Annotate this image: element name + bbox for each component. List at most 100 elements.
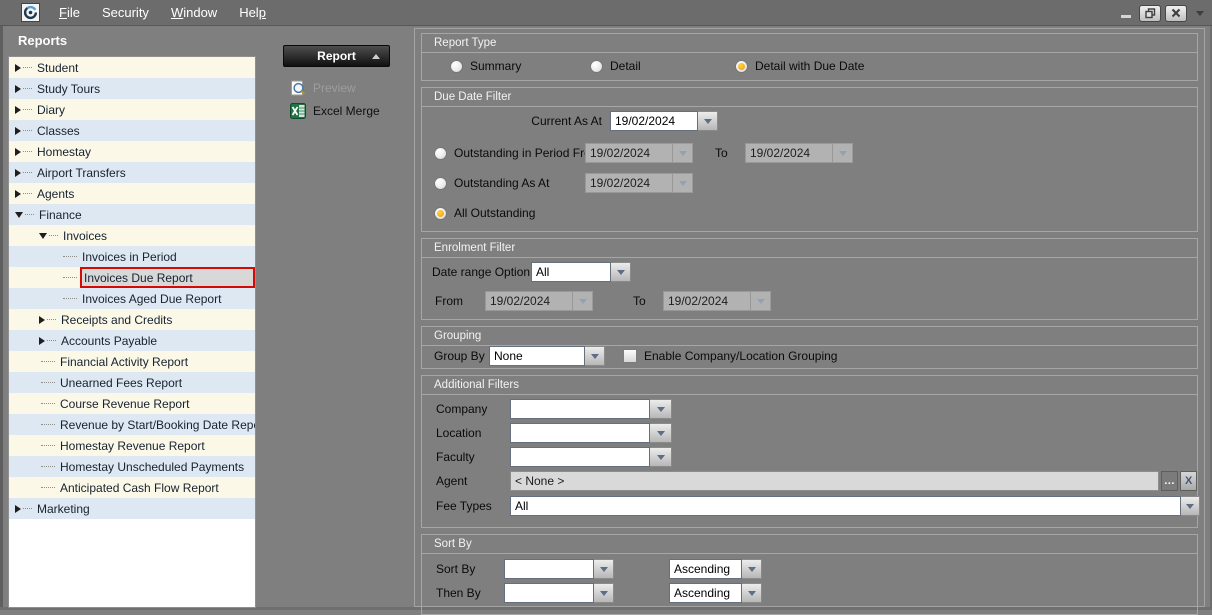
excel-merge-button[interactable]: Excel Merge	[289, 100, 409, 122]
expand-arrow-icon[interactable]	[15, 148, 21, 156]
tree-item-homestay-revenue-report[interactable]: Homestay Revenue Report	[9, 435, 255, 456]
date-value[interactable]: 19/02/2024	[485, 291, 573, 311]
dropdown-button[interactable]	[1181, 496, 1200, 516]
combo-value[interactable]: Ascending	[669, 583, 742, 603]
outstanding-period-from-date-picker[interactable]: 19/02/2024	[585, 143, 693, 163]
radio-summary[interactable]: Summary	[450, 59, 590, 73]
tree-item-course-revenue-report[interactable]: Course Revenue Report	[9, 393, 255, 414]
combo-value[interactable]	[510, 423, 650, 443]
dropdown-button[interactable]	[650, 423, 672, 443]
menu-item-security[interactable]: Security	[91, 0, 160, 26]
tree-item-finance[interactable]: Finance	[9, 204, 255, 225]
dropdown-button[interactable]	[585, 346, 605, 366]
tree-item-homestay[interactable]: Homestay	[9, 141, 255, 162]
dropdown-button[interactable]	[742, 583, 762, 603]
outstanding-as-at-date-picker[interactable]: 19/02/2024	[585, 173, 693, 193]
combo-value[interactable]: All	[510, 496, 1181, 516]
tree-item-unearned-fees-report[interactable]: Unearned Fees Report	[9, 372, 255, 393]
tree-item-agents[interactable]: Agents	[9, 183, 255, 204]
collapse-arrow-icon[interactable]	[15, 212, 23, 218]
combo-value[interactable]	[510, 447, 650, 467]
enrolment-from-date-picker[interactable]: 19/02/2024	[485, 291, 593, 311]
tree-item-invoices-in-period[interactable]: Invoices in Period	[9, 246, 255, 267]
dropdown-button[interactable]	[594, 583, 614, 603]
enrolment-to-date-picker[interactable]: 19/02/2024	[663, 291, 771, 311]
menu-item-help[interactable]: Help	[228, 0, 277, 26]
date-value[interactable]: 19/02/2024	[585, 173, 673, 193]
date-range-option-combo[interactable]: All	[531, 262, 631, 282]
dropdown-button[interactable]	[611, 262, 631, 282]
faculty-combo[interactable]	[510, 447, 672, 467]
agent-field[interactable]: < None >	[510, 471, 1159, 491]
group-by-combo[interactable]: None	[489, 346, 605, 366]
company-combo[interactable]	[510, 399, 672, 419]
then-by-combo[interactable]	[504, 583, 614, 603]
expand-arrow-icon[interactable]	[15, 106, 21, 114]
minimize-icon[interactable]	[1121, 15, 1131, 18]
expand-arrow-icon[interactable]	[15, 127, 21, 135]
combo-value[interactable]: All	[531, 262, 611, 282]
tree-item-study-tours[interactable]: Study Tours	[9, 78, 255, 99]
expand-arrow-icon[interactable]	[15, 190, 21, 198]
tree-item-classes[interactable]: Classes	[9, 120, 255, 141]
restore-button[interactable]	[1139, 5, 1161, 22]
tree-item-airport-transfers[interactable]: Airport Transfers	[9, 162, 255, 183]
tree-item-marketing[interactable]: Marketing	[9, 498, 255, 519]
tree-item-student[interactable]: Student	[9, 57, 255, 78]
tree-item-homestay-unscheduled-payments[interactable]: Homestay Unscheduled Payments	[9, 456, 255, 477]
report-actions-header[interactable]: Report	[283, 45, 390, 67]
radio-outstanding-as-at[interactable]: Outstanding As At	[434, 176, 585, 190]
agent-browse-button[interactable]: …	[1161, 471, 1178, 491]
date-value[interactable]: 19/02/2024	[585, 143, 673, 163]
radio-detail[interactable]: Detail	[590, 59, 735, 73]
collapse-arrow-icon[interactable]	[39, 233, 47, 239]
then-by-direction-combo[interactable]: Ascending	[669, 583, 762, 603]
tree-item-anticipated-cash-flow-report[interactable]: Anticipated Cash Flow Report	[9, 477, 255, 498]
dropdown-button[interactable]	[673, 143, 693, 163]
sort-by-combo[interactable]	[504, 559, 614, 579]
combo-value[interactable]	[504, 559, 594, 579]
tree-item-invoices-due-report[interactable]: Invoices Due Report	[9, 267, 255, 288]
preview-button[interactable]: Preview	[289, 77, 409, 99]
radio-all-outstanding[interactable]: All Outstanding	[434, 206, 535, 220]
tree-item-revenue-by-start-booking-date-report[interactable]: Revenue by Start/Booking Date Report	[9, 414, 255, 435]
tree-item-invoices[interactable]: Invoices	[9, 225, 255, 246]
dropdown-button[interactable]	[833, 143, 853, 163]
tree-item-diary[interactable]: Diary	[9, 99, 255, 120]
dropdown-button[interactable]	[594, 559, 614, 579]
dropdown-button[interactable]	[742, 559, 762, 579]
tree-item-receipts-and-credits[interactable]: Receipts and Credits	[9, 309, 255, 330]
tree-item-financial-activity-report[interactable]: Financial Activity Report	[9, 351, 255, 372]
dropdown-button[interactable]	[650, 399, 672, 419]
expand-arrow-icon[interactable]	[15, 85, 21, 93]
expand-arrow-icon[interactable]	[15, 169, 21, 177]
radio-outstanding-in-period[interactable]: Outstanding in Period Fror	[434, 146, 585, 160]
close-button[interactable]	[1165, 5, 1187, 22]
menu-item-window[interactable]: Window	[160, 0, 228, 26]
combo-value[interactable]: Ascending	[669, 559, 742, 579]
agent-clear-button[interactable]: X	[1180, 471, 1197, 491]
expand-arrow-icon[interactable]	[39, 316, 45, 324]
combo-value[interactable]	[504, 583, 594, 603]
fee-types-combo[interactable]: All	[510, 496, 1200, 516]
menubar-chevron-icon[interactable]	[1196, 11, 1204, 16]
tree-item-accounts-payable[interactable]: Accounts Payable	[9, 330, 255, 351]
menu-item-file[interactable]: File	[48, 0, 91, 26]
date-value[interactable]: 19/02/2024	[745, 143, 833, 163]
dropdown-button[interactable]	[698, 111, 718, 131]
combo-value[interactable]: None	[489, 346, 585, 366]
combo-value[interactable]	[510, 399, 650, 419]
date-value[interactable]: 19/02/2024	[610, 111, 698, 131]
date-value[interactable]: 19/02/2024	[663, 291, 751, 311]
dropdown-button[interactable]	[673, 173, 693, 193]
tree-item-invoices-aged-due-report[interactable]: Invoices Aged Due Report	[9, 288, 255, 309]
radio-detail-with-due-date[interactable]: Detail with Due Date	[735, 59, 864, 73]
location-combo[interactable]	[510, 423, 672, 443]
enable-company-location-grouping-checkbox[interactable]: Enable Company/Location Grouping	[623, 349, 837, 363]
expand-arrow-icon[interactable]	[39, 337, 45, 345]
dropdown-button[interactable]	[751, 291, 771, 311]
current-as-at-date-picker[interactable]: 19/02/2024	[610, 111, 718, 131]
outstanding-period-to-date-picker[interactable]: 19/02/2024	[745, 143, 853, 163]
expand-arrow-icon[interactable]	[15, 505, 21, 513]
dropdown-button[interactable]	[650, 447, 672, 467]
